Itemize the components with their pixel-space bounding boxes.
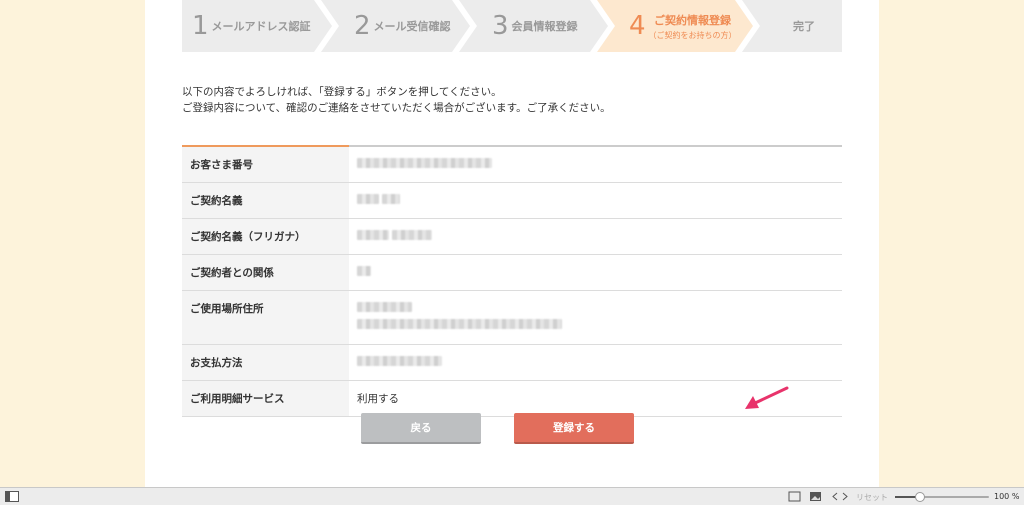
image-icon[interactable] xyxy=(809,491,822,502)
row-label: ご契約名義 xyxy=(182,182,349,219)
status-bar: リセット 100 % xyxy=(0,487,1024,505)
table-row: ご契約名義（フリガナ） xyxy=(182,218,842,255)
row-value xyxy=(349,254,842,291)
zoom-slider-knob[interactable] xyxy=(915,492,926,502)
register-button[interactable]: 登録する xyxy=(514,413,634,444)
registration-summary-table: お客さま番号 ご契約名義 ご契約名義（フリガナ） ご契約者との関係 ご使用場所住… xyxy=(182,145,842,417)
table-row: お支払方法 xyxy=(182,344,842,381)
row-label: ご利用明細サービス xyxy=(182,380,349,417)
zoom-slider[interactable] xyxy=(895,492,989,502)
step-complete: 完了 xyxy=(793,20,815,33)
confirmation-page: 1 メールアドレス認証 2 メール受信確認 3 会員情報登録 4 ご契約情報登録… xyxy=(145,0,879,488)
redacted-value xyxy=(357,158,492,168)
redacted-value xyxy=(357,302,412,312)
table-row: ご契約名義 xyxy=(182,182,842,219)
redacted-value xyxy=(392,230,433,240)
back-button[interactable]: 戻る xyxy=(361,413,481,444)
table-row: ご使用場所住所 xyxy=(182,290,842,345)
progress-steps: 1 メールアドレス認証 2 メール受信確認 3 会員情報登録 4 ご契約情報登録… xyxy=(182,0,842,52)
row-value xyxy=(349,290,842,345)
step-4-current: 4 ご契約情報登録 （ご契約をお持ちの方） xyxy=(629,11,737,41)
redacted-value xyxy=(357,194,379,204)
row-value xyxy=(349,182,842,219)
row-label: ご使用場所住所 xyxy=(182,290,349,345)
row-value xyxy=(349,145,842,183)
row-label: ご契約名義（フリガナ） xyxy=(182,218,349,255)
redacted-value xyxy=(357,319,562,329)
redacted-value xyxy=(357,356,442,366)
arrow-pointer-icon xyxy=(745,386,789,409)
row-label: お支払方法 xyxy=(182,344,349,381)
reset-button[interactable]: リセット xyxy=(856,492,888,503)
redacted-value xyxy=(382,194,401,204)
code-icon[interactable] xyxy=(832,491,848,502)
intro-text: 以下の内容でよろしければ、「登録する」ボタンを押してください。 ご登録内容につい… xyxy=(182,84,611,116)
table-row: お客さま番号 xyxy=(182,145,842,183)
sidebar-toggle-icon[interactable] xyxy=(5,491,19,502)
step-1: 1 メールアドレス認証 xyxy=(192,11,311,41)
step-2: 2 メール受信確認 xyxy=(354,11,451,41)
row-value xyxy=(349,344,842,381)
single-page-icon[interactable] xyxy=(788,491,801,502)
intro-line-2: ご登録内容について、確認のご連絡をさせていただく場合がございます。ご了承ください… xyxy=(182,102,611,114)
table-row: ご契約者との関係 xyxy=(182,254,842,291)
redacted-value xyxy=(357,266,371,276)
row-value xyxy=(349,218,842,255)
row-label: お客さま番号 xyxy=(182,145,349,183)
intro-line-1: 以下の内容でよろしければ、「登録する」ボタンを押してください。 xyxy=(182,86,502,98)
step-3: 3 会員情報登録 xyxy=(492,11,578,41)
row-label: ご契約者との関係 xyxy=(182,254,349,291)
redacted-value xyxy=(357,230,389,240)
zoom-level: 100 % xyxy=(994,492,1020,501)
